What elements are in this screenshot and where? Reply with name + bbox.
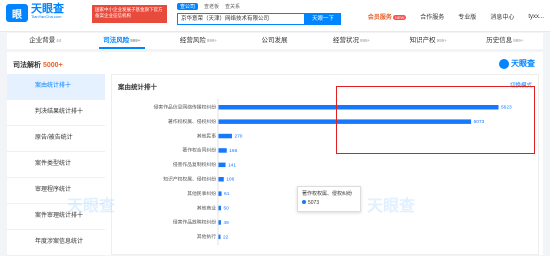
logo-text: 天眼查 [31, 3, 64, 15]
brand-logo-icon [499, 58, 509, 69]
category-label: 其他民事 [197, 132, 216, 139]
category-label: 知识产权权属、侵权纠纷 [163, 176, 216, 183]
chart-tooltip: 著作权权属、侵权纠纷 5073 [297, 186, 361, 212]
category-label: 侵害作品信息网络传播权纠纷 [154, 104, 217, 111]
brand-watermark: 天眼查 [499, 58, 535, 69]
bar[interactable] [218, 177, 224, 182]
search-button[interactable]: 天眼一下 [305, 13, 341, 25]
side-nav-item[interactable]: 年度涉案信息统计 [7, 230, 105, 256]
top-bar: 眼 天眼查 TianYanCha.com 国家中小企业发展子基金旗下官方备案企业… [0, 0, 550, 32]
scope-tab-company[interactable]: 查公司 [177, 3, 199, 10]
promo-banner[interactable]: 国家中小企业发展子基金旗下官方备案企业征信机构 [92, 5, 167, 23]
background-watermark: 天眼查 [67, 198, 116, 215]
bar[interactable] [218, 220, 221, 225]
category-label: 其他执行 [197, 233, 216, 240]
background-watermark: 天眼查 [367, 198, 416, 215]
panel-title: 司法解析 5000+ [13, 62, 63, 69]
logo[interactable]: 眼 天眼查 TianYanCha.com [6, 4, 64, 22]
tab-operating-risk[interactable]: 经营风险999+ [160, 33, 237, 49]
category-label: 著作权权属、侵权纠纷 [168, 118, 216, 125]
search-input[interactable]: 京华意荣（天津）网络技术有限公司 [177, 13, 305, 25]
bar-value-label: 49 [223, 220, 229, 226]
scope-tab-relation[interactable]: 查关系 [225, 3, 240, 10]
bar[interactable] [218, 234, 221, 240]
bar[interactable] [218, 133, 232, 139]
scope-tab-boss[interactable]: 查老板 [204, 3, 219, 10]
panel-count: 5000+ [43, 62, 63, 69]
header-nav: 会员服务 NEW 合作服务 专业版 消息中心 tyxx... [368, 12, 544, 22]
category-tabs: 企业背景44 司法风险999+ 经营风险999+ 公司发展 经营状况999+ 知… [7, 33, 543, 49]
category-label: 侵害作品放映权纠纷 [173, 219, 216, 226]
tab-operating-status[interactable]: 经营状况999+ [313, 33, 390, 49]
tab-company-development[interactable]: 公司发展 [237, 33, 314, 49]
tab-history[interactable]: 历史信息999+ [466, 33, 543, 49]
tab-intellectual-property[interactable]: 知识产权999+ [390, 33, 467, 49]
bar-value-label: 270 [234, 134, 242, 140]
category-label: 侵害作品复制权纠纷 [173, 161, 216, 168]
side-nav-item[interactable]: 案件类型统计 [7, 152, 105, 178]
bar[interactable] [218, 162, 226, 168]
stats-side-nav: 案由统计排十 判决结果统计排十 原告/被告统计 案件类型统计 审理程序统计 案件… [7, 74, 105, 256]
side-nav-item[interactable]: 判决结果统计排十 [7, 100, 105, 126]
tooltip-value: 5073 [308, 200, 320, 206]
bar-value-label: 50 [223, 206, 229, 212]
tab-enterprise-background[interactable]: 企业背景44 [7, 33, 84, 49]
nav-user[interactable]: tyxx... [528, 14, 544, 20]
logo-subtext: TianYanCha.com [31, 14, 62, 19]
nav-pro[interactable]: 专业版 [458, 12, 476, 21]
side-nav-item[interactable]: 案由统计排十 [7, 74, 105, 100]
annotation-highlight-box [336, 86, 535, 154]
nav-cooperation[interactable]: 合作服务 [420, 12, 444, 21]
series-dot-icon [302, 200, 306, 204]
category-label: 著作权合同纠纷 [182, 147, 216, 154]
side-nav-item[interactable]: 原告/被告统计 [7, 126, 105, 152]
bar[interactable] [218, 205, 221, 211]
search-scope-tabs: 查公司 查老板 查关系 [177, 3, 240, 10]
category-label: 其他民事纠纷 [187, 190, 216, 197]
bar-value-label: 106 [226, 177, 234, 183]
category-label: 其他商业 [197, 204, 216, 211]
bar[interactable] [218, 148, 227, 153]
bar-value-label: 22 [223, 234, 229, 240]
tooltip-label: 著作权权属、侵权纠纷 [302, 191, 353, 197]
vip-service-link[interactable]: 会员服务 NEW [368, 12, 407, 21]
tab-judicial-risk[interactable]: 司法风险999+ [84, 33, 161, 49]
bar-value-label: 166 [229, 148, 237, 154]
new-badge: NEW [392, 15, 407, 20]
bar-value-label: 61 [224, 191, 230, 197]
bar[interactable] [218, 191, 222, 196]
bar-value-label: 141 [228, 162, 236, 168]
nav-messages[interactable]: 消息中心 [490, 12, 514, 21]
logo-icon: 眼 [6, 4, 28, 22]
